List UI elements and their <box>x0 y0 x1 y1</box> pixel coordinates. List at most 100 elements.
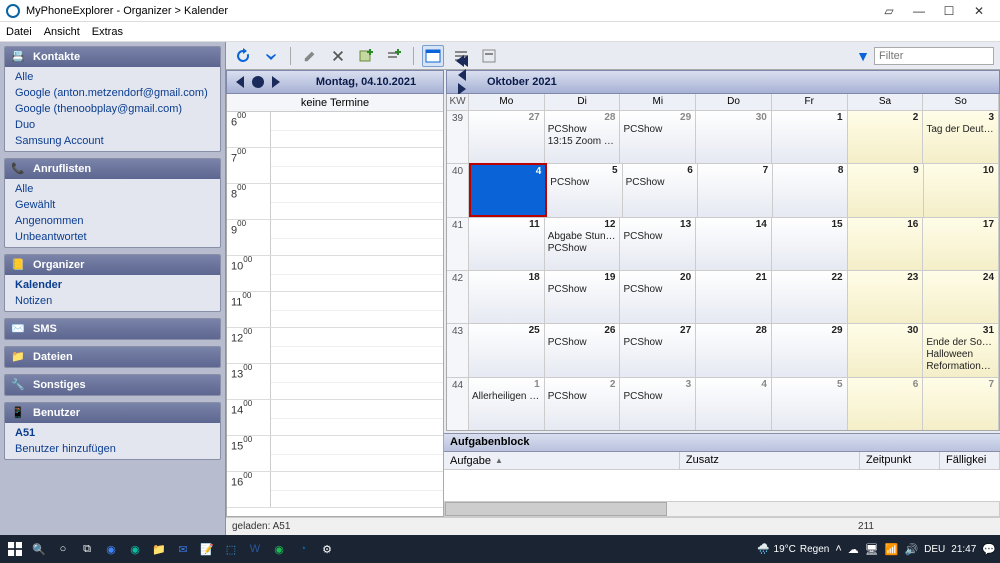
menu-extras[interactable]: Extras <box>92 26 123 38</box>
calendar-event[interactable]: PCShow <box>547 177 621 189</box>
close-button[interactable]: ✕ <box>964 1 994 21</box>
month-cell[interactable]: 16 <box>848 217 924 270</box>
month-cell[interactable]: 15 <box>772 217 848 270</box>
hour-row[interactable]: 1400 <box>227 400 443 436</box>
sidebar-item[interactable]: A51 <box>5 425 220 441</box>
sidebar-item[interactable]: Kalender <box>5 277 220 293</box>
month-cell[interactable]: 25 <box>469 323 545 376</box>
month-cell[interactable]: 28 <box>696 323 772 376</box>
calendar-event[interactable]: PCShow <box>545 337 620 349</box>
hour-row[interactable]: 900 <box>227 220 443 256</box>
restore-down-icon[interactable]: ▱ <box>874 1 904 21</box>
hour-row[interactable]: 1000 <box>227 256 443 292</box>
section-contacts-head[interactable]: 📇 Kontakte <box>5 47 220 67</box>
hour-row[interactable]: 1500 <box>227 436 443 472</box>
mpe-icon[interactable]: ◔ <box>292 538 314 560</box>
month-cell[interactable]: 4 <box>469 163 547 216</box>
calendar-event[interactable]: PCShow <box>620 231 695 243</box>
filter-icon[interactable]: ▼ <box>856 48 870 64</box>
tray-time[interactable]: 21:47 <box>951 544 976 555</box>
menu-view[interactable]: Ansicht <box>44 26 80 38</box>
calendar-event[interactable]: PCShow <box>620 284 695 296</box>
tasks-col-time[interactable]: Zeitpunkt <box>860 452 940 469</box>
tray-network-icon[interactable]: 🖥 <box>865 543 879 556</box>
month-cell[interactable]: 1 <box>772 110 848 163</box>
tray-wifi-icon[interactable]: 📶 <box>885 543 899 556</box>
month-cell[interactable]: 11 <box>469 217 545 270</box>
calendar-event[interactable]: PCShow <box>545 391 620 403</box>
sidebar-item[interactable]: Duo <box>5 117 220 133</box>
month-cell[interactable]: 13PCShow <box>620 217 696 270</box>
notepad-icon[interactable]: 📝 <box>196 538 218 560</box>
sidebar-item[interactable]: Google (thenoobplay@gmail.com) <box>5 101 220 117</box>
settings-icon[interactable]: ⚙ <box>316 538 338 560</box>
tasks-body[interactable] <box>444 470 1000 501</box>
calendar-event[interactable]: PCShow <box>620 337 695 349</box>
tasks-col-extra[interactable]: Zusatz <box>680 452 860 469</box>
hours-list[interactable]: 6007008009001000110012001300140015001600 <box>227 112 443 516</box>
month-cell[interactable]: 4 <box>696 377 772 430</box>
calendar-event[interactable]: PCShow <box>623 177 697 189</box>
calendar-event[interactable]: Tag der Deutsch... <box>923 124 998 136</box>
hour-row[interactable]: 600 <box>227 112 443 148</box>
month-cell[interactable]: 19PCShow <box>545 270 621 323</box>
sidebar-item[interactable]: Notizen <box>5 293 220 309</box>
calendar-event[interactable]: Reformationsta... <box>923 361 998 373</box>
month-cell[interactable]: 23 <box>848 270 924 323</box>
section-misc-head[interactable]: 🔧 Sonstiges <box>5 375 220 395</box>
month-cell[interactable]: 1Allerheiligen (re... <box>469 377 545 430</box>
month-cell[interactable]: 29PCShow <box>620 110 696 163</box>
hour-row[interactable]: 1300 <box>227 364 443 400</box>
hour-row[interactable]: 700 <box>227 148 443 184</box>
month-cell[interactable]: 28PCShow13:15 Zoom Leh... <box>545 110 621 163</box>
day-next-button[interactable] <box>269 75 283 89</box>
vscode-icon[interactable]: ⬚ <box>220 538 242 560</box>
sidebar-item[interactable]: Angenommen <box>5 213 220 229</box>
month-cell[interactable]: 26PCShow <box>545 323 621 376</box>
calendar-event[interactable]: PCShow <box>620 124 695 136</box>
month-cell[interactable]: 24 <box>923 270 999 323</box>
month-cell[interactable]: 7 <box>698 163 773 216</box>
edit-button[interactable] <box>299 45 321 67</box>
month-cell[interactable]: 2PCShow <box>545 377 621 430</box>
month-cell[interactable]: 6 <box>848 377 924 430</box>
month-prev-year-button[interactable] <box>455 54 469 68</box>
section-files-head[interactable]: 📁 Dateien <box>5 347 220 367</box>
calendar-event[interactable]: Ende der Somm... <box>923 337 998 349</box>
search-icon[interactable]: 🔍 <box>28 538 50 560</box>
section-calllists-head[interactable]: 📞 Anruflisten <box>5 159 220 179</box>
calendar-event[interactable]: PCShow <box>545 124 620 136</box>
hour-row[interactable]: 1600 <box>227 472 443 508</box>
sidebar-item[interactable]: Alle <box>5 181 220 197</box>
hour-row[interactable]: 1100 <box>227 292 443 328</box>
month-cell[interactable]: 8 <box>773 163 848 216</box>
month-cell[interactable]: 3Tag der Deutsch... <box>923 110 999 163</box>
section-organizer-head[interactable]: 📒 Organizer <box>5 255 220 275</box>
download-button[interactable] <box>260 45 282 67</box>
calendar-event[interactable]: PCShow <box>620 391 695 403</box>
day-prev-button[interactable] <box>233 75 247 89</box>
tray-volume-icon[interactable]: 🔊 <box>904 543 918 556</box>
calendar-event[interactable]: Halloween <box>923 349 998 361</box>
chrome-icon[interactable]: ◉ <box>100 538 122 560</box>
add-item-button[interactable] <box>355 45 377 67</box>
month-cell[interactable]: 22 <box>772 270 848 323</box>
filter-input[interactable] <box>874 47 994 65</box>
add-list-button[interactable] <box>383 45 405 67</box>
month-cell[interactable]: 6PCShow <box>623 163 698 216</box>
month-cell[interactable]: 18 <box>469 270 545 323</box>
month-cell[interactable]: 5PCShow <box>547 163 622 216</box>
month-cell[interactable]: 10 <box>924 163 999 216</box>
tray-lang[interactable]: DEU <box>924 544 945 555</box>
weather-widget[interactable]: 🌧️ 19°C Regen <box>757 544 829 555</box>
sync-button[interactable] <box>232 45 254 67</box>
month-cell[interactable]: 27 <box>469 110 545 163</box>
calendar-event[interactable]: Abgabe Stunde... <box>545 231 620 243</box>
tray-onedrive-icon[interactable]: ☁ <box>848 543 859 556</box>
thunderbird-icon[interactable]: ✉ <box>172 538 194 560</box>
tray-chevron-icon[interactable]: ˄ <box>835 543 841 555</box>
calendar-event[interactable]: Allerheiligen (re... <box>469 391 544 403</box>
month-cell[interactable]: 14 <box>696 217 772 270</box>
spotify-icon[interactable]: ◉ <box>268 538 290 560</box>
tasks-col-task[interactable]: Aufgabe▲ <box>444 452 680 469</box>
